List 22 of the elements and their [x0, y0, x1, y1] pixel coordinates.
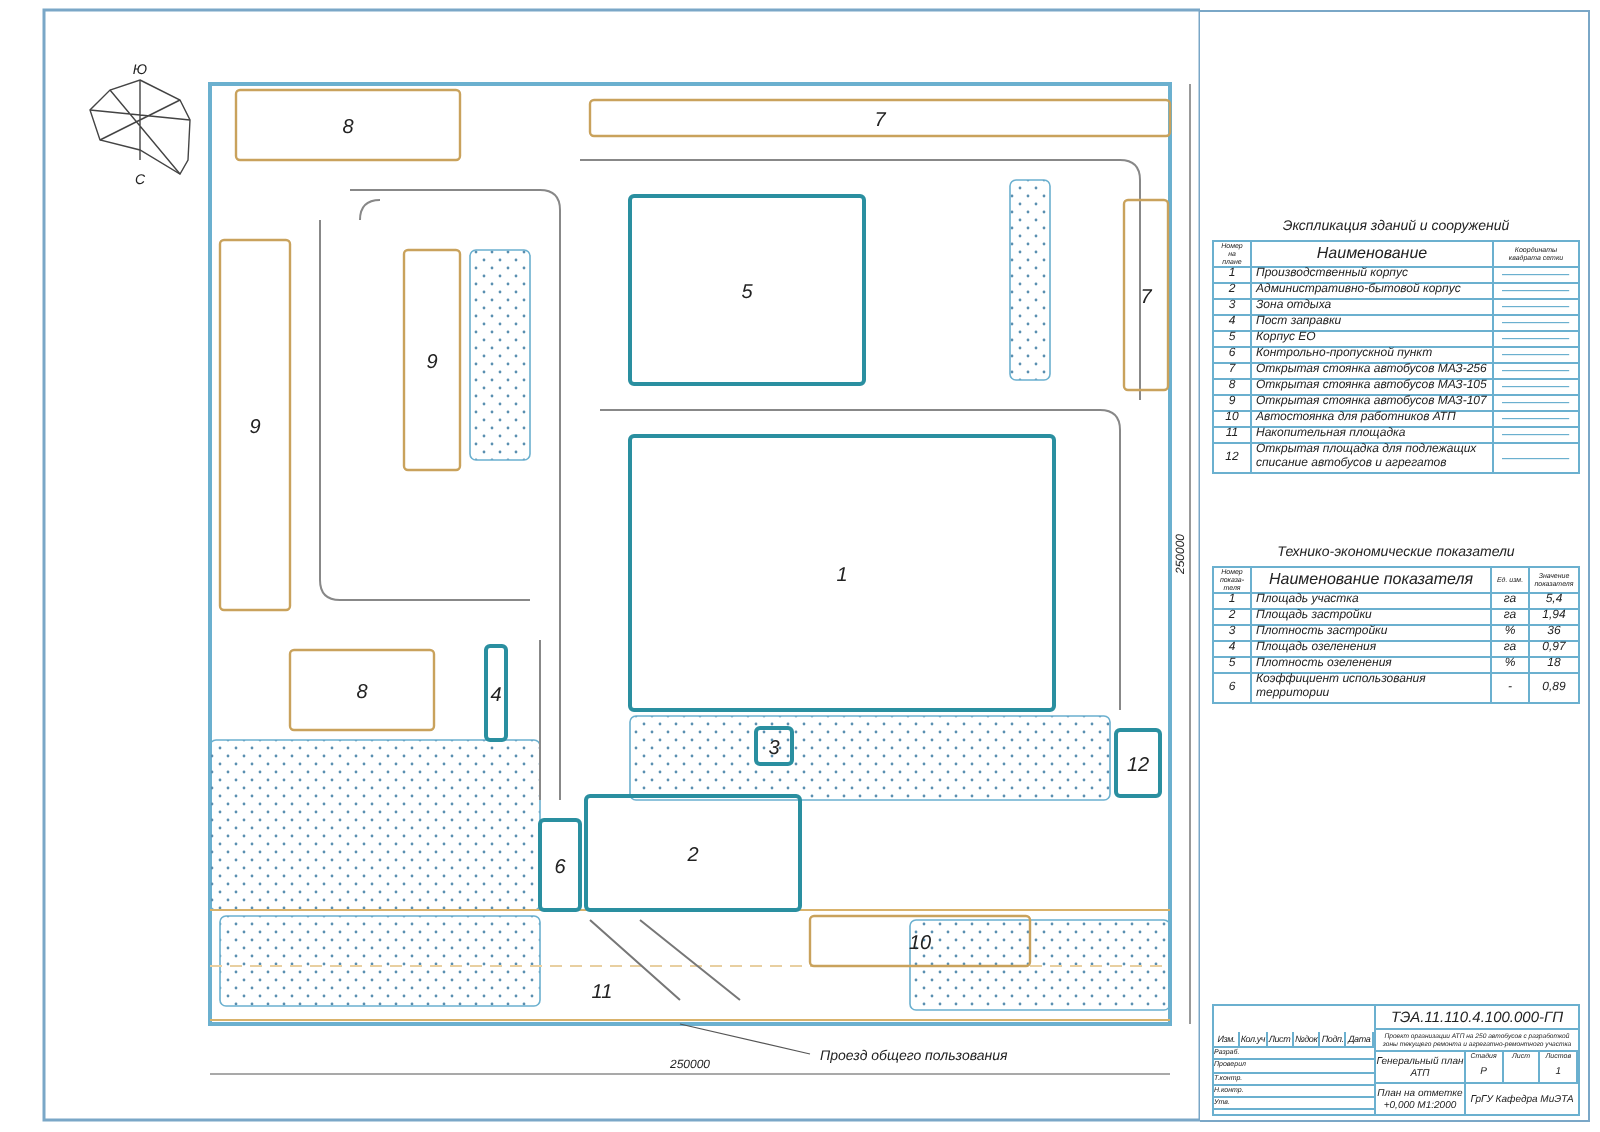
building-number: 6: [554, 857, 566, 879]
column-header: Наименование: [1251, 241, 1493, 267]
compass-drawing: [89, 79, 191, 175]
building-number: 9: [249, 417, 261, 439]
building-number: 3: [768, 738, 780, 760]
building-number: 10: [908, 933, 932, 955]
building-number: 12: [1126, 755, 1150, 777]
building-number: 2: [687, 845, 699, 867]
building-outline: [1114, 728, 1162, 798]
building-number: 5: [741, 282, 753, 304]
building-number: 11: [591, 982, 613, 1004]
building-outline: [484, 644, 508, 742]
leader-line: [679, 1023, 811, 1055]
building-number: 1: [836, 565, 848, 587]
building-number: 8: [356, 682, 368, 704]
building-number: 7: [874, 110, 886, 132]
building-number: 8: [342, 117, 354, 139]
building-number: 4: [490, 685, 502, 707]
building-number: 9: [426, 352, 438, 374]
building-number: 7: [1140, 287, 1152, 309]
column-header: Наименование показателя: [1251, 567, 1491, 593]
building-outline: [754, 726, 794, 766]
